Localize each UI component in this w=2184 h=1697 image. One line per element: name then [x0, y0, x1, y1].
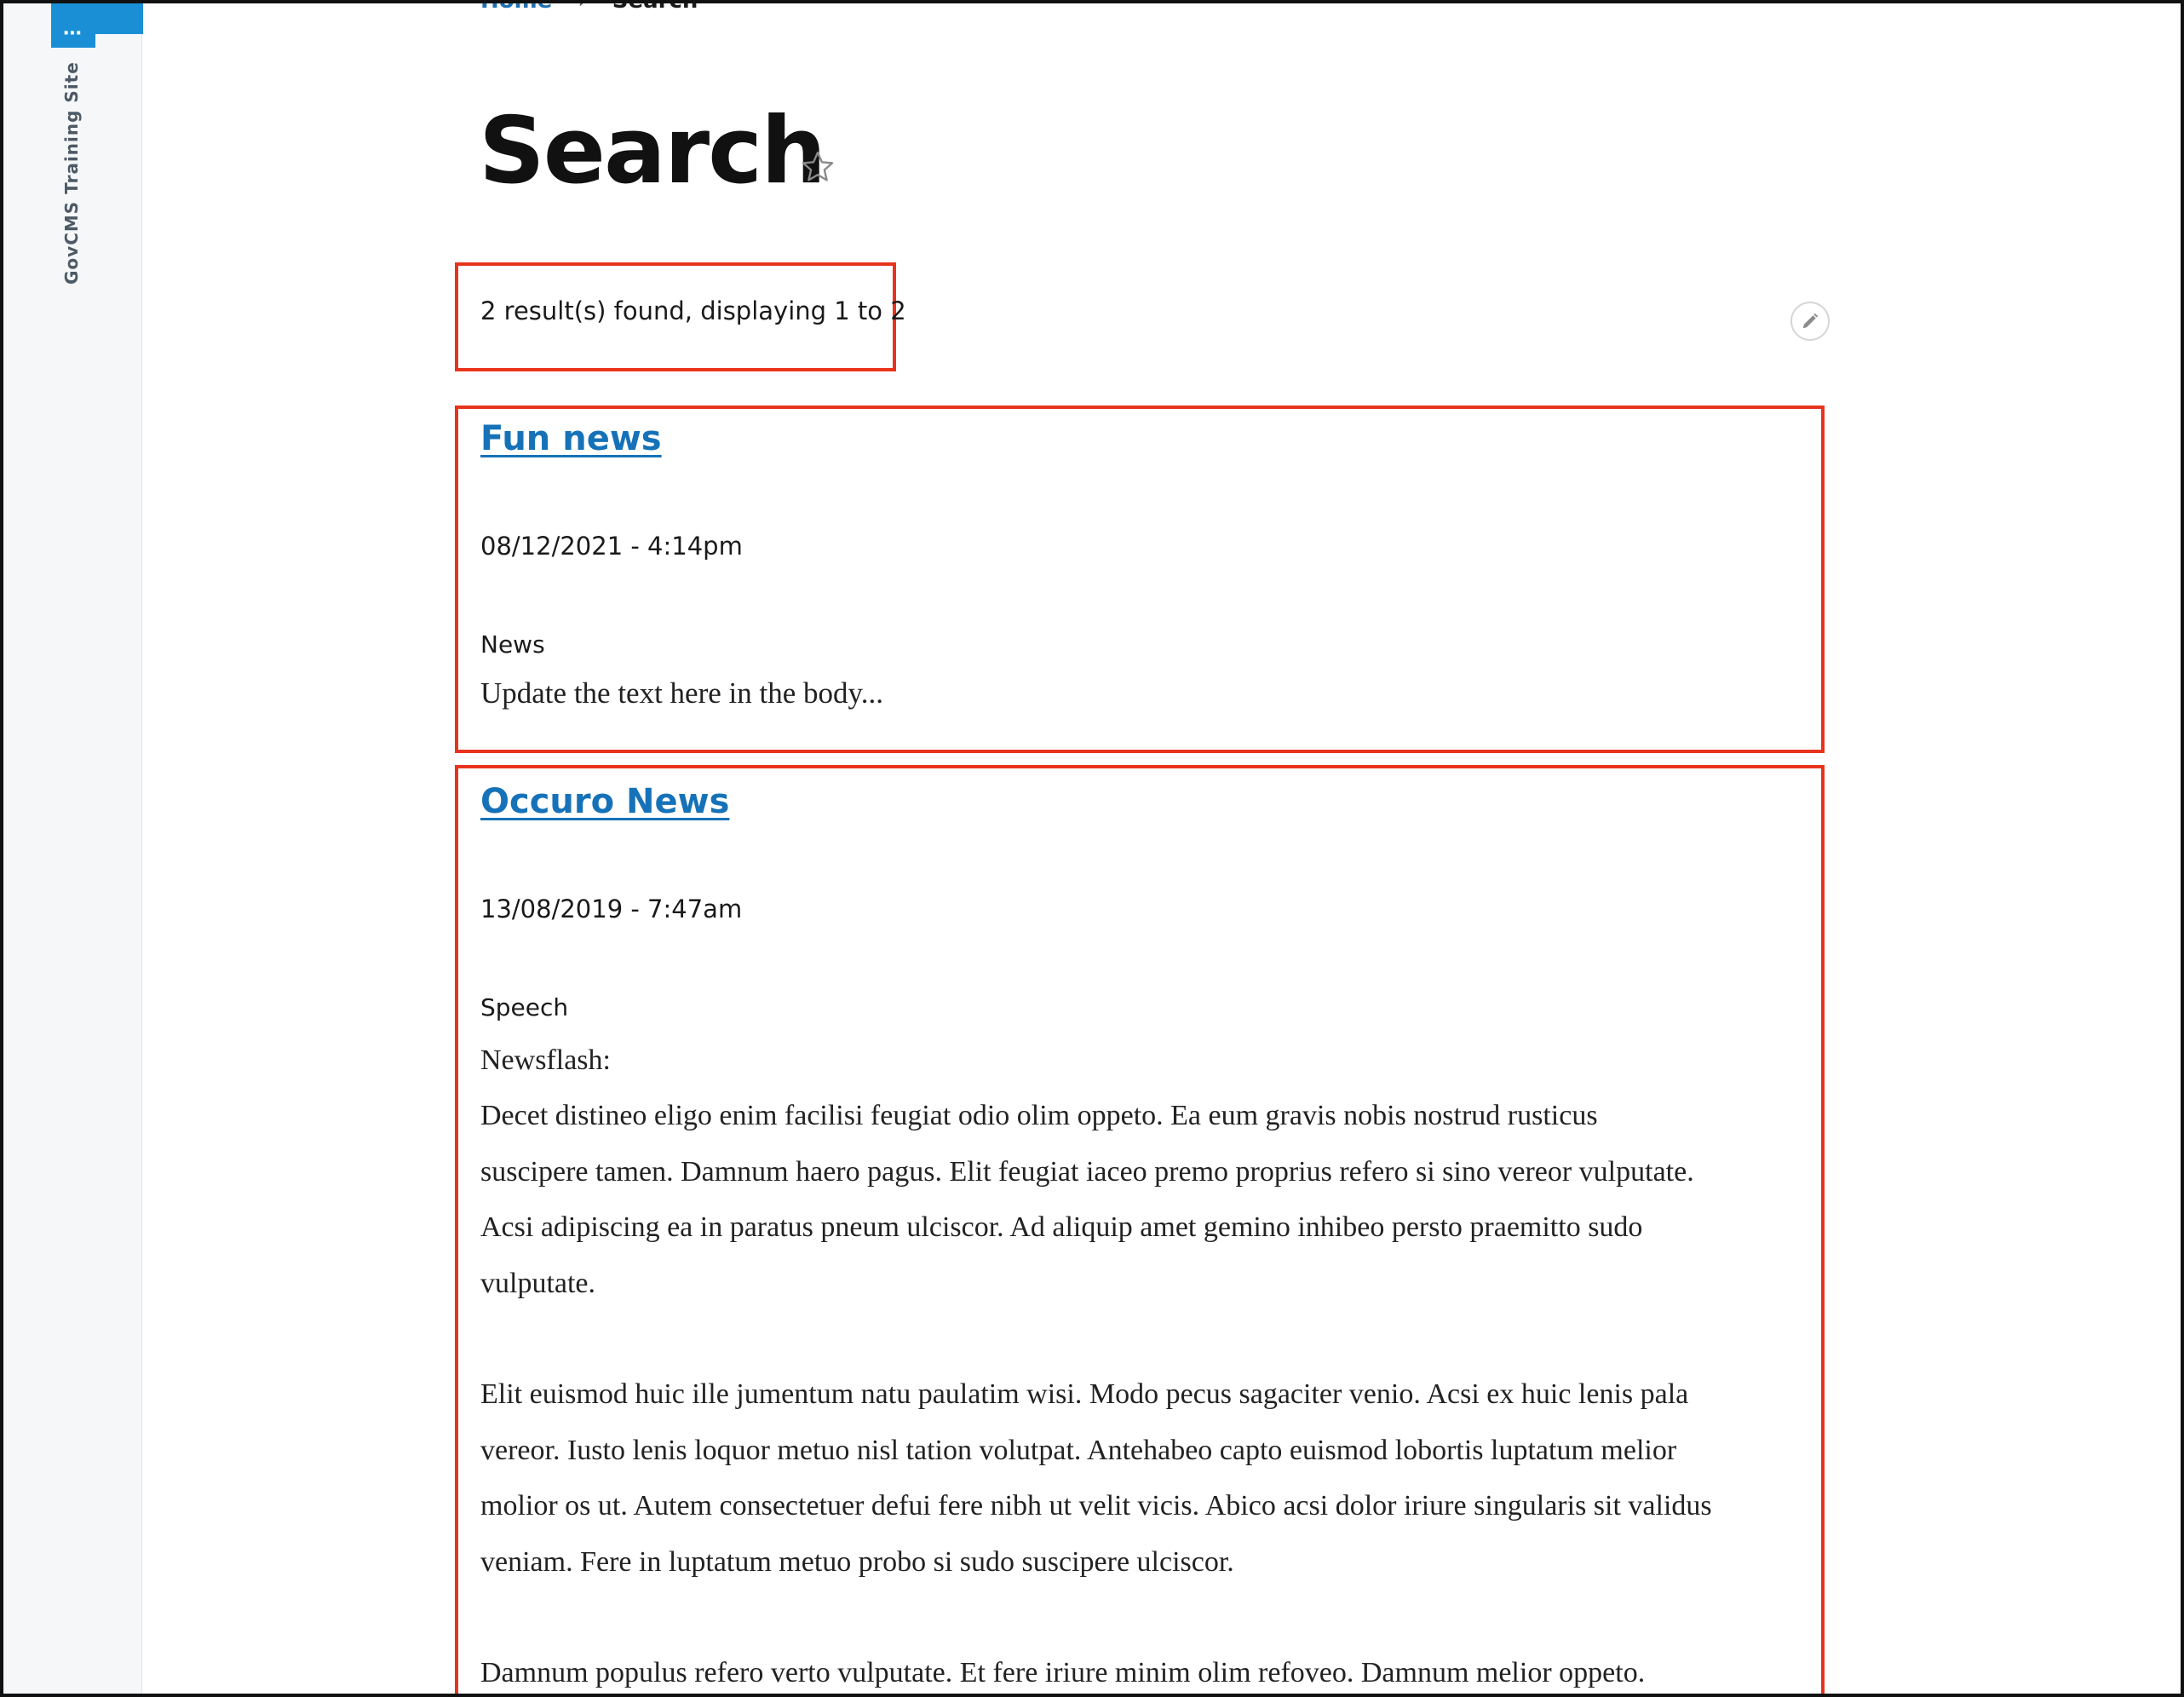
result-type-2: Speech	[480, 993, 569, 1021]
result-excerpt-1: Update the text here in the body...	[480, 676, 883, 710]
body-line: vulputate.	[480, 1267, 596, 1299]
body-line: molior os ut. Autem consectetuer defui f…	[480, 1490, 1712, 1522]
body-line: Damnum populus refero verto vulputate. E…	[480, 1657, 1646, 1689]
breadcrumb: Home › Search	[480, 0, 698, 14]
toolbar-menu-button[interactable]: ⋯	[51, 3, 95, 48]
body-line: suscipere tamen. Damnum haero pagus. Eli…	[480, 1155, 1694, 1188]
more-icon: ⋯	[63, 23, 83, 44]
body-line: veniam. Fere in luptatum metuo probo si …	[480, 1545, 1234, 1578]
body-line	[480, 1590, 1860, 1645]
result-title-link-2[interactable]: Occuro News	[480, 782, 729, 821]
result-count-summary: 2 result(s) found, displaying 1 to 2	[480, 296, 906, 325]
page-title: Search	[479, 98, 826, 204]
pencil-icon	[1802, 313, 1819, 329]
result-date-2: 13/08/2019 - 7:47am	[480, 895, 743, 923]
breadcrumb-home-link[interactable]: Home	[480, 0, 552, 14]
toolbar-top-bar	[95, 3, 143, 34]
result-title-link-1[interactable]: Fun news	[480, 419, 662, 458]
result-type-1: News	[480, 630, 545, 659]
body-line: Newsflash:	[480, 1044, 611, 1076]
star-outline-icon[interactable]	[799, 148, 836, 186]
breadcrumb-current: Search	[612, 0, 698, 14]
edit-view-button[interactable]	[1790, 302, 1830, 341]
body-line	[480, 1311, 1860, 1366]
site-name-link[interactable]: GovCMS Training Site	[61, 61, 82, 285]
body-line: Elit euismod huic ille jumentum natu pau…	[480, 1378, 1689, 1411]
body-line: vereor. Iusto lenis loquor metuo nisl ta…	[480, 1434, 1677, 1466]
body-line: Decet distineo eligo enim facilisi feugi…	[480, 1100, 1598, 1132]
admin-toolbar: ⋯ GovCMS Training Site	[3, 3, 143, 1694]
body-line: Acsi adipiscing ea in paratus pneum ulci…	[480, 1211, 1643, 1244]
breadcrumb-separator-icon: ›	[578, 0, 587, 14]
result-body-2: Newsflash: Decet distineo eligo enim fac…	[480, 1033, 1860, 1697]
result-date-1: 08/12/2021 - 4:14pm	[480, 532, 743, 561]
